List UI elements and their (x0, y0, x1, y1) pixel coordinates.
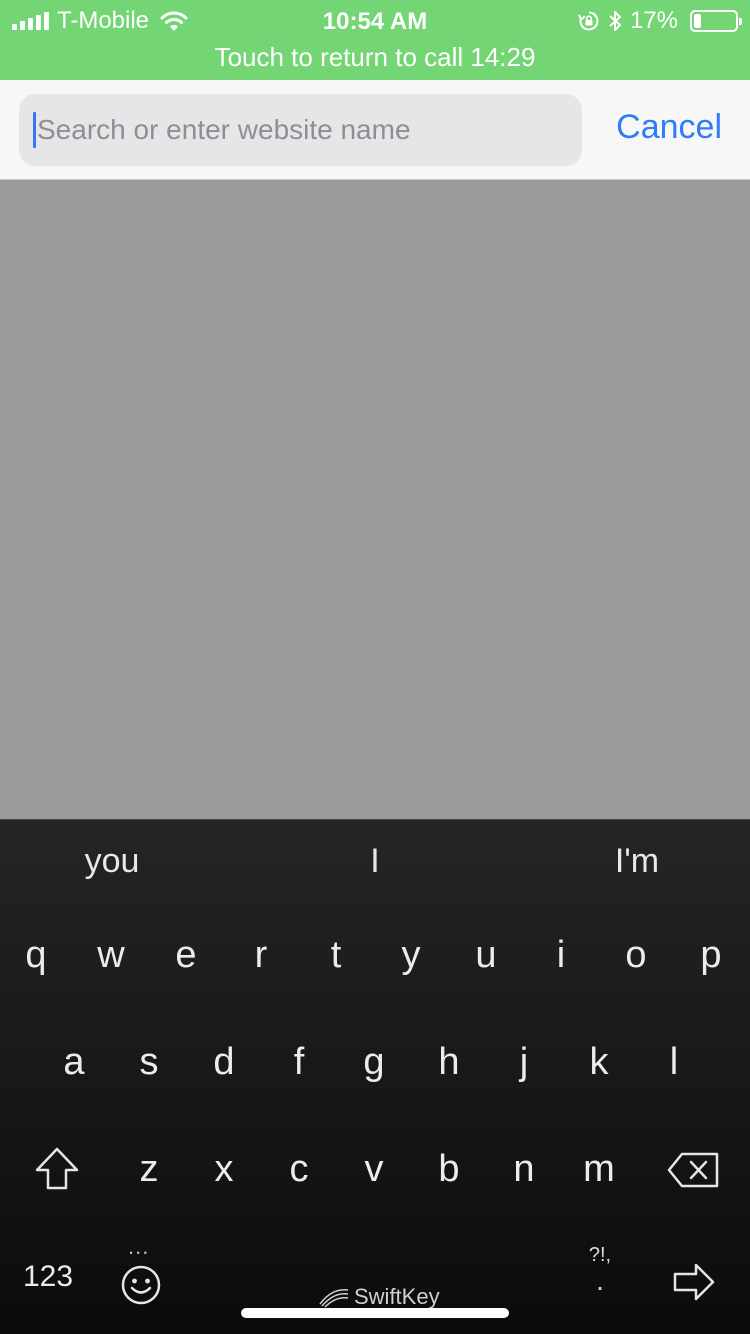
key-u[interactable]: u (456, 920, 516, 990)
battery-percent: 17% (629, 7, 678, 34)
key-m[interactable]: m (569, 1134, 629, 1204)
emoji-more-dots: ... (128, 1234, 150, 1259)
dimmed-content-area[interactable] (0, 181, 750, 819)
key-b[interactable]: b (419, 1134, 479, 1204)
key-y[interactable]: y (381, 920, 441, 990)
punctuation-key-bottom: . (596, 1265, 604, 1296)
suggestion-3[interactable]: I'm (577, 842, 697, 881)
key-p[interactable]: p (681, 920, 741, 990)
search-input[interactable] (37, 94, 567, 166)
key-e[interactable]: e (156, 920, 216, 990)
key-z[interactable]: z (119, 1134, 179, 1204)
key-i[interactable]: i (531, 920, 591, 990)
shift-key-icon[interactable] (30, 1142, 84, 1196)
search-header: Cancel (0, 80, 750, 180)
key-s[interactable]: s (119, 1027, 179, 1097)
key-c[interactable]: c (269, 1134, 329, 1204)
key-a[interactable]: a (44, 1027, 104, 1097)
key-v[interactable]: v (344, 1134, 404, 1204)
backspace-key-icon[interactable] (666, 1150, 722, 1190)
key-j[interactable]: j (494, 1027, 554, 1097)
key-w[interactable]: w (81, 920, 141, 990)
numbers-key[interactable]: 123 (12, 1260, 84, 1300)
status-right: 17% (578, 7, 742, 34)
battery-icon (690, 10, 742, 32)
text-cursor (33, 112, 36, 148)
key-q[interactable]: q (6, 920, 66, 990)
home-indicator[interactable] (241, 1308, 509, 1318)
key-n[interactable]: n (494, 1134, 554, 1204)
return-to-call-banner[interactable]: Touch to return to call 14:29 (0, 42, 750, 73)
suggestion-1[interactable]: you (52, 842, 172, 881)
suggestion-bar: you I I'm (0, 820, 750, 906)
key-d[interactable]: d (194, 1027, 254, 1097)
enter-arrow-icon[interactable] (672, 1262, 716, 1302)
key-l[interactable]: l (644, 1027, 704, 1097)
key-x[interactable]: x (194, 1134, 254, 1204)
punctuation-key-top: ?!, (588, 1244, 612, 1266)
status-bar[interactable]: T-Mobile 10:54 AM 17% Touch to return to… (0, 0, 750, 80)
emoji-key-icon[interactable] (119, 1263, 163, 1307)
key-g[interactable]: g (344, 1027, 404, 1097)
key-k[interactable]: k (569, 1027, 629, 1097)
punctuation-key[interactable]: ?!, . (580, 1244, 620, 1304)
key-o[interactable]: o (606, 920, 666, 990)
swiftkey-label: SwiftKey (354, 1284, 440, 1309)
keyboard: you I I'm q w e r t y u i o p a s d f g … (0, 819, 750, 1334)
key-h[interactable]: h (419, 1027, 479, 1097)
key-r[interactable]: r (231, 920, 291, 990)
battery-level-fill (694, 14, 701, 28)
key-f[interactable]: f (269, 1027, 329, 1097)
bluetooth-icon (609, 11, 621, 31)
key-t[interactable]: t (306, 920, 366, 990)
suggestion-2[interactable]: I (315, 842, 435, 881)
swiftkey-logo-icon (319, 1289, 349, 1308)
cancel-button[interactable]: Cancel (616, 108, 722, 147)
rotation-lock-icon (578, 11, 599, 31)
search-field[interactable] (19, 94, 582, 166)
